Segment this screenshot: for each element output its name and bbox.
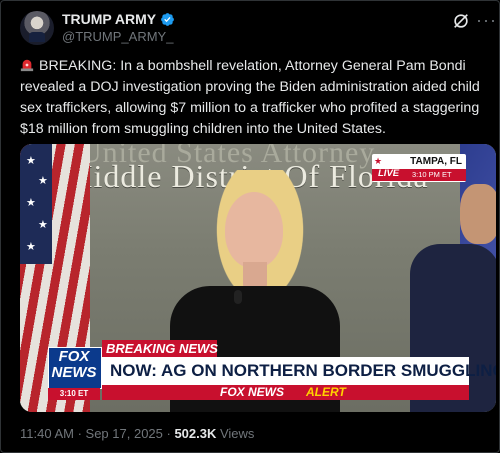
breaking-news-label: BREAKING NEWS <box>106 341 218 356</box>
flag-star-icon: ★ <box>38 175 48 187</box>
tweet-date[interactable]: Sep 17, 2025 <box>86 426 163 441</box>
meta-separator: · <box>73 426 86 441</box>
flag-canton <box>20 144 52 264</box>
author-name-row: TRUMP ARMY <box>62 11 175 27</box>
live-label: LIVE <box>378 168 400 179</box>
grok-icon[interactable] <box>452 12 470 30</box>
avatar[interactable] <box>20 11 54 45</box>
views-label: Views <box>216 426 255 441</box>
author-name[interactable]: TRUMP ARMY <box>62 11 156 27</box>
author-handle[interactable]: @TRUMP_ARMY_ <box>62 29 173 44</box>
more-options-icon[interactable]: ··· <box>476 10 497 31</box>
fox-logo-time: 3:10 ET <box>48 388 100 400</box>
tweet-time[interactable]: 11:40 AM <box>20 426 74 441</box>
fox-logo-top: FOX <box>58 348 90 365</box>
fox-logo-bottom: NEWS <box>51 364 97 381</box>
alert-bar <box>102 385 469 400</box>
tweet-body: BREAKING: In a bombshell revelation, Att… <box>20 58 480 137</box>
flag-star-icon: ★ <box>26 197 36 209</box>
location-city: TAMPA, FL <box>410 156 462 167</box>
verified-badge-icon <box>161 12 175 26</box>
alert-word: ALERT <box>306 385 346 399</box>
news-video-thumbnail[interactable]: United States Attorney Middle District O… <box>20 144 496 412</box>
tweet-meta: 11:40 AM · Sep 17, 2025 · 502.3K Views <box>20 426 254 441</box>
tweet-text: BREAKING: In a bombshell revelation, Att… <box>20 56 482 140</box>
flag-star-icon: ★ <box>26 241 36 253</box>
man-head <box>460 184 496 244</box>
flag-star-icon: ★ <box>38 219 48 231</box>
meta-separator: · <box>162 426 175 441</box>
speaker-face <box>225 192 283 268</box>
live-time: 3:10 PM ET <box>412 170 452 179</box>
flag-star-icon: ★ <box>26 155 36 167</box>
headline-text: NOW: AG ON NORTHERN BORDER SMUGGLING CRA… <box>110 361 496 380</box>
siren-emoji-icon <box>20 59 34 72</box>
views-count[interactable]: 502.3K <box>174 426 216 441</box>
microphone-icon <box>234 290 242 304</box>
alert-brand: FOX NEWS <box>220 385 285 399</box>
